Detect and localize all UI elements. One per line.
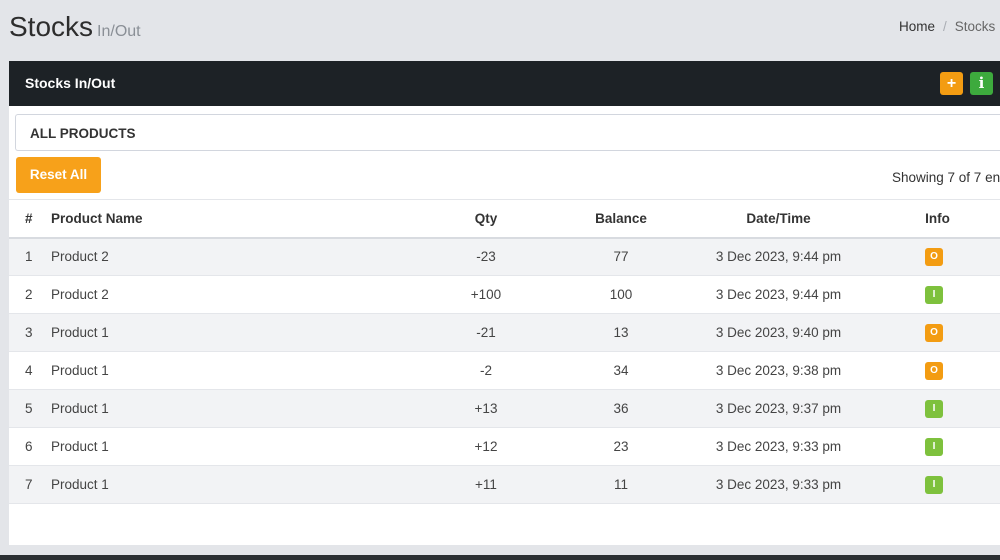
table-row[interactable]: 4 Product 1 -2 34 3 Dec 2023, 9:38 pm O <box>9 352 1000 390</box>
datetime-value: 3 Dec 2023, 9:33 pm <box>715 477 842 492</box>
table-header-row: # Product Name Qty Balance Date/Time Inf… <box>9 199 1000 238</box>
page-header: Stocks In/Out Home / Stocks <box>0 0 1000 60</box>
column-header-datetime[interactable]: Date/Time <box>691 200 866 238</box>
row-number: 2 <box>25 287 33 302</box>
info-cell: O <box>866 314 1000 352</box>
table-header: # Product Name Qty Balance Date/Time Inf… <box>9 199 1000 238</box>
stock-in-badge: I <box>925 475 943 494</box>
qty-value: +11 <box>475 477 497 492</box>
product-name: Product 2 <box>51 287 109 302</box>
stock-out-badge: O <box>925 323 943 342</box>
qty-value: -21 <box>476 325 496 340</box>
stock-in-badge: I <box>925 437 943 456</box>
balance-value: 23 <box>613 439 629 454</box>
breadcrumb: Home / Stocks <box>899 19 995 34</box>
column-header-balance[interactable]: Balance <box>551 200 691 238</box>
page-subtitle: In/Out <box>97 23 141 40</box>
reset-all-button[interactable]: Reset All <box>16 157 101 193</box>
breadcrumb-home[interactable]: Home <box>899 19 935 34</box>
page-title: Stocks In/Out <box>9 11 141 43</box>
box-title: Stocks In/Out <box>25 75 116 91</box>
stock-out-badge: O <box>925 361 943 380</box>
breadcrumb-separator: / <box>943 19 947 34</box>
info-cell: O <box>866 352 1000 390</box>
column-header-number[interactable]: # <box>9 200 51 238</box>
add-button[interactable]: + <box>940 72 963 95</box>
balance-value: 77 <box>613 249 629 265</box>
info-button[interactable]: i <box>970 72 993 95</box>
qty-value: -2 <box>479 363 492 378</box>
product-name: Product 2 <box>51 249 109 265</box>
stock-out-badge: O <box>925 247 943 266</box>
product-name: Product 1 <box>51 325 109 340</box>
qty-value: +100 <box>470 287 502 302</box>
datetime-value: 3 Dec 2023, 9:33 pm <box>715 439 842 454</box>
info-icon: i <box>978 74 985 92</box>
product-filter-label: ALL PRODUCTS <box>30 126 136 141</box>
table-row[interactable]: 5 Product 1 +13 36 3 Dec 2023, 9:37 pm I <box>9 389 1000 428</box>
table-row[interactable]: 7 Product 1 +11 11 3 Dec 2023, 9:33 pm I <box>9 465 1000 504</box>
balance-value: 100 <box>609 287 633 302</box>
box-header: Stocks In/Out + i <box>9 61 1000 106</box>
datetime-value: 3 Dec 2023, 9:38 pm <box>715 363 842 378</box>
balance-value: 11 <box>613 477 628 492</box>
table-body: 1 Product 2 -23 77 3 Dec 2023, 9:44 pm O… <box>9 237 1000 504</box>
row-number: 6 <box>25 439 33 454</box>
datetime-value: 3 Dec 2023, 9:44 pm <box>715 287 842 302</box>
page-title-text: Stocks <box>9 11 94 42</box>
stocks-box: Stocks In/Out + i ALL PRODUCTS Reset All… <box>9 61 1000 545</box>
product-name: Product 1 <box>51 363 109 378</box>
datetime-value: 3 Dec 2023, 9:40 pm <box>715 325 842 340</box>
info-cell: I <box>866 276 1000 314</box>
row-number: 4 <box>25 363 33 378</box>
qty-value: -23 <box>476 249 496 265</box>
stock-in-badge: I <box>925 285 943 304</box>
stocks-table: # Product Name Qty Balance Date/Time Inf… <box>9 199 1000 504</box>
info-cell: O <box>866 238 1000 276</box>
breadcrumb-current: Stocks <box>954 19 996 34</box>
table-row[interactable]: 2 Product 2 +100 100 3 Dec 2023, 9:44 pm… <box>9 276 1000 314</box>
table-row[interactable]: 6 Product 1 +12 23 3 Dec 2023, 9:33 pm I <box>9 428 1000 466</box>
product-name: Product 1 <box>51 401 109 416</box>
row-number: 3 <box>25 325 33 340</box>
row-number: 7 <box>25 477 33 492</box>
product-name: Product 1 <box>51 477 109 492</box>
table-row[interactable]: 1 Product 2 -23 77 3 Dec 2023, 9:44 pm O <box>9 237 1000 276</box>
row-number: 1 <box>25 249 33 265</box>
column-header-info[interactable]: Info <box>866 200 1000 238</box>
row-number: 5 <box>25 401 33 416</box>
info-cell: I <box>866 390 1000 428</box>
info-cell: I <box>866 466 1000 504</box>
table-row[interactable]: 3 Product 1 -21 13 3 Dec 2023, 9:40 pm O <box>9 313 1000 352</box>
balance-value: 13 <box>613 325 629 340</box>
plus-icon: + <box>946 75 957 92</box>
bottom-bar <box>0 555 1000 560</box>
column-header-product-name[interactable]: Product Name <box>51 200 421 238</box>
datetime-value: 3 Dec 2023, 9:37 pm <box>715 401 842 416</box>
qty-value: +12 <box>474 439 498 454</box>
product-filter-select[interactable]: ALL PRODUCTS <box>15 114 1000 151</box>
balance-value: 36 <box>613 401 629 416</box>
info-cell: I <box>866 428 1000 466</box>
stock-in-badge: I <box>925 399 943 418</box>
qty-value: +13 <box>474 401 498 416</box>
datetime-value: 3 Dec 2023, 9:44 pm <box>715 249 842 265</box>
product-name: Product 1 <box>51 439 109 454</box>
showing-entries-text: Showing 7 of 7 en <box>892 170 1000 185</box>
balance-value: 34 <box>613 363 629 378</box>
column-header-qty[interactable]: Qty <box>421 200 551 238</box>
